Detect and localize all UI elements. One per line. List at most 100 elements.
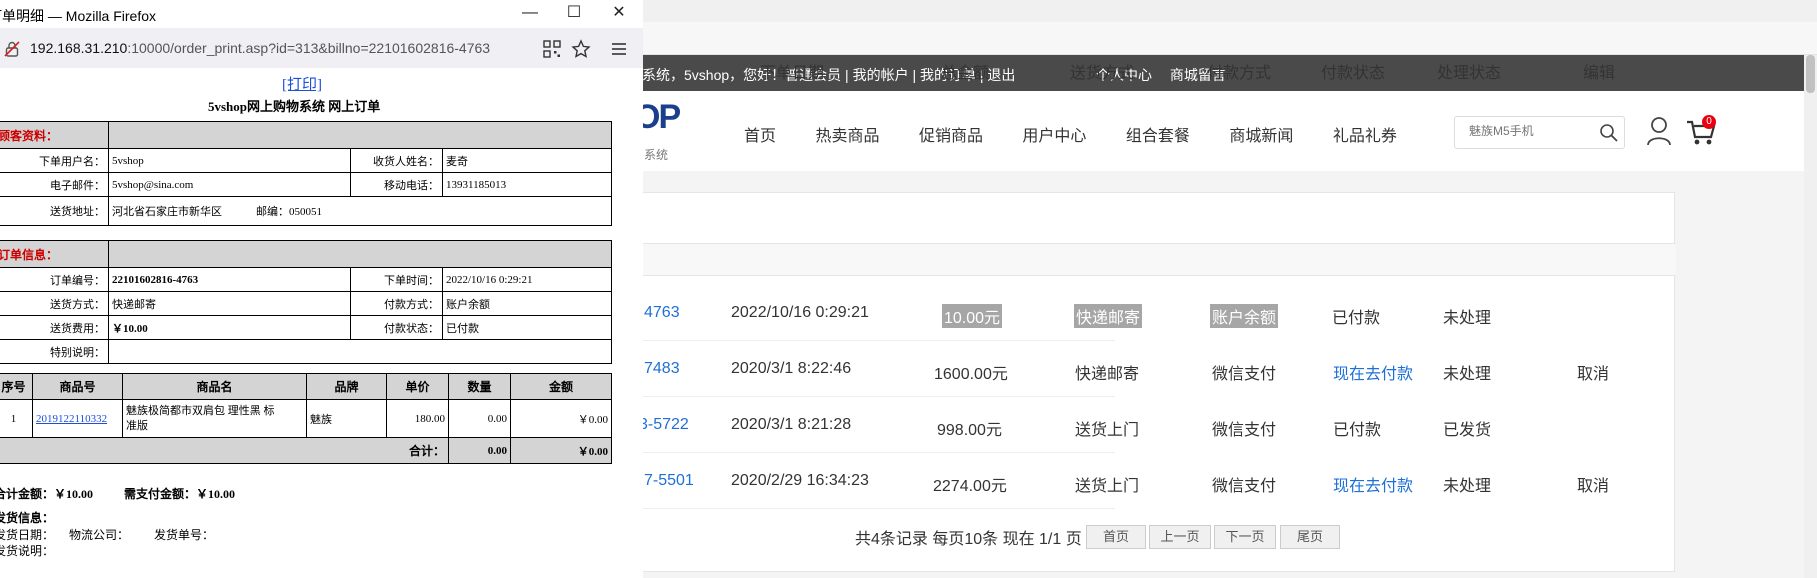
table-row: 1 2019122110332 魅族极简都市双肩包 理性黑 标准版 魅族 180… [0, 399, 612, 438]
nav-promotions[interactable]: 促销商品 [919, 122, 983, 146]
billno-value: 22101602816-4763 [108, 267, 351, 292]
shipping-note-label: 发货说明： [0, 544, 55, 558]
logout-link[interactable]: 退出 [987, 67, 1015, 83]
col-header-ship: 送货方式 [1070, 65, 1135, 82]
order-date: 2022/10/16 0:29:21 [731, 304, 869, 322]
col-header-amount: 总金额 [941, 65, 990, 82]
order-date-selected: 10/16 0:29:21 [771, 304, 869, 321]
order-id-link[interactable]: 3-5722 [639, 416, 689, 434]
page-scrollbar[interactable] [1804, 55, 1817, 578]
pay-method-label: 付款方式： [350, 291, 443, 316]
document-title: 5vshop网上购物系统 网上订单 [208, 99, 381, 114]
nav-hot-products[interactable]: 热卖商品 [815, 122, 879, 146]
minimize-button[interactable]: — [519, 2, 541, 24]
search-input[interactable] [1469, 124, 1589, 138]
pay-now-link[interactable]: 现在去付款 [1333, 360, 1413, 384]
print-link[interactable]: [打印] [282, 73, 322, 94]
order-id-link[interactable]: 4763 [644, 304, 680, 322]
pay-method-value: 账户余额 [442, 291, 612, 316]
ship-fee-label: 送货费用： [0, 315, 109, 340]
pager-next-button[interactable]: 下一页 [1214, 525, 1276, 549]
bookmark-star-icon[interactable] [571, 39, 591, 59]
hamburger-menu-icon[interactable] [609, 39, 629, 59]
order-date: 2020/3/1 8:21:28 [731, 416, 852, 433]
nav-home[interactable]: 首页 [744, 122, 776, 146]
order-id-link[interactable]: 7-5501 [644, 472, 694, 490]
pager-prev-button[interactable]: 上一页 [1149, 525, 1211, 549]
item-qty: 0.00 [448, 399, 511, 438]
order-time-value: 2022/10/16 0:29:21 [442, 267, 612, 292]
order-process: 未处理 [1443, 366, 1492, 383]
nav-gifts[interactable]: 礼品礼券 [1333, 122, 1397, 146]
username-value: 5vshop [108, 148, 351, 173]
nav-news[interactable]: 商城新闻 [1229, 122, 1293, 146]
order-amount: 998.00元 [937, 422, 1002, 439]
order-section-title: 订单信息： [0, 240, 109, 268]
address-value: 河北省石家庄市新华区 [112, 206, 222, 218]
search-icon[interactable] [1599, 123, 1619, 143]
cancel-order-link[interactable]: 取消 [1577, 360, 1609, 384]
item-name-line1: 魅族极简都市双肩包 理性黑 标 [126, 404, 275, 417]
pager-summary: 共4条记录 每页10条 现在 1/1 页 [855, 531, 1082, 548]
nav-user-center[interactable]: 用户中心 [1022, 122, 1086, 146]
insecure-lock-icon[interactable] [4, 41, 20, 57]
customer-section-title: 顾客资料： [0, 121, 109, 149]
recipient-label: 收货人姓名： [350, 148, 443, 173]
customer-info-table: 顾客资料： 下单用户名： 5vshop 收货人姓名： 麦奇 电子邮件： 5vshop@s… [0, 121, 612, 226]
pager-last-button[interactable]: 尾页 [1280, 525, 1340, 549]
site-search [1454, 116, 1625, 149]
site-logo-subtitle: 系统 [644, 148, 669, 162]
col-header-pay: 付款方式 [1207, 65, 1272, 82]
amount-summary: 合计金额：￥10.00 需支付金额：￥10.00 [0, 485, 235, 502]
pager-first-button[interactable]: 首页 [1086, 525, 1146, 549]
phone-value: 13931185013 [442, 172, 612, 197]
scrollbar-thumb[interactable] [1806, 55, 1815, 93]
recipient-value: 麦奇 [442, 148, 612, 173]
cancel-order-link[interactable]: 取消 [1577, 472, 1609, 496]
ship-method-value: 快递邮寄 [108, 291, 351, 316]
separator: | [845, 67, 849, 83]
order-id-link[interactable]: 7483 [644, 360, 680, 378]
order-detail-popup-window: 订单明细 — Mozilla Firefox — ☐ ✕ 192.168.31.… [0, 0, 643, 578]
address-label: 送货地址： [0, 196, 109, 226]
qr-code-icon[interactable] [543, 40, 561, 58]
nav-bundles[interactable]: 组合套餐 [1126, 122, 1190, 146]
items-col-brand: 品牌 [306, 373, 387, 400]
item-sku-cell: 2019122110332 [32, 399, 123, 438]
section-fill [108, 121, 612, 149]
close-button[interactable]: ✕ [608, 2, 630, 24]
separator: | [912, 67, 917, 83]
maximize-button[interactable]: ☐ [563, 2, 585, 24]
grand-total-label: 合计金额： [0, 487, 55, 501]
email-label: 电子邮件： [0, 172, 109, 197]
tracking-number-label: 发货单号： [154, 528, 215, 542]
order-process: 未处理 [1443, 310, 1492, 327]
order-pay: 微信支付 [1212, 422, 1277, 439]
order-print-page: [打印] 5vshop网上购物系统 网上订单 顾客资料： 下单用户名： 5vsho… [0, 68, 643, 578]
order-ship: 送货上门 [1075, 478, 1140, 495]
popup-title: 订单明细 — Mozilla Firefox [0, 8, 157, 24]
user-icon[interactable] [1646, 116, 1672, 146]
amount-due-value: ￥10.00 [196, 487, 236, 501]
pay-now-link[interactable]: 现在去付款 [1333, 472, 1413, 496]
amount-due-label: 需支付金额： [124, 487, 197, 501]
zip-label: 邮编： [256, 206, 289, 218]
item-no: 1 [0, 399, 33, 438]
url-path: :10000/order_print.asp?id=313&billno=221… [127, 40, 491, 56]
billno-label: 订单编号： [0, 267, 109, 292]
order-time-label: 下单时间： [350, 267, 443, 292]
order-amount: 1600.00元 [934, 366, 1008, 383]
address-url[interactable]: 192.168.31.210:10000/order_print.asp?id=… [30, 40, 490, 56]
total-label: 合计： [0, 437, 449, 464]
my-account-link[interactable]: 我的帐户 [853, 67, 909, 83]
item-sku-link[interactable]: 2019122110332 [36, 413, 107, 425]
col-header-process: 处理状态 [1437, 65, 1502, 82]
order-ship: 快递邮寄 [1075, 366, 1140, 383]
pay-status-value: 已付款 [442, 315, 612, 340]
order-pay: 账户余额 [1210, 304, 1279, 328]
address-field[interactable]: 192.168.31.210:10000/order_print.asp?id=… [0, 34, 600, 64]
items-col-amount: 金额 [510, 373, 612, 400]
shipping-info-line: 发货日期： 物流公司： 发货单号： [0, 526, 214, 543]
order-amount: 2274.00元 [933, 478, 1007, 495]
item-name-cell: 魅族极简都市双肩包 理性黑 标准版 [122, 399, 307, 438]
